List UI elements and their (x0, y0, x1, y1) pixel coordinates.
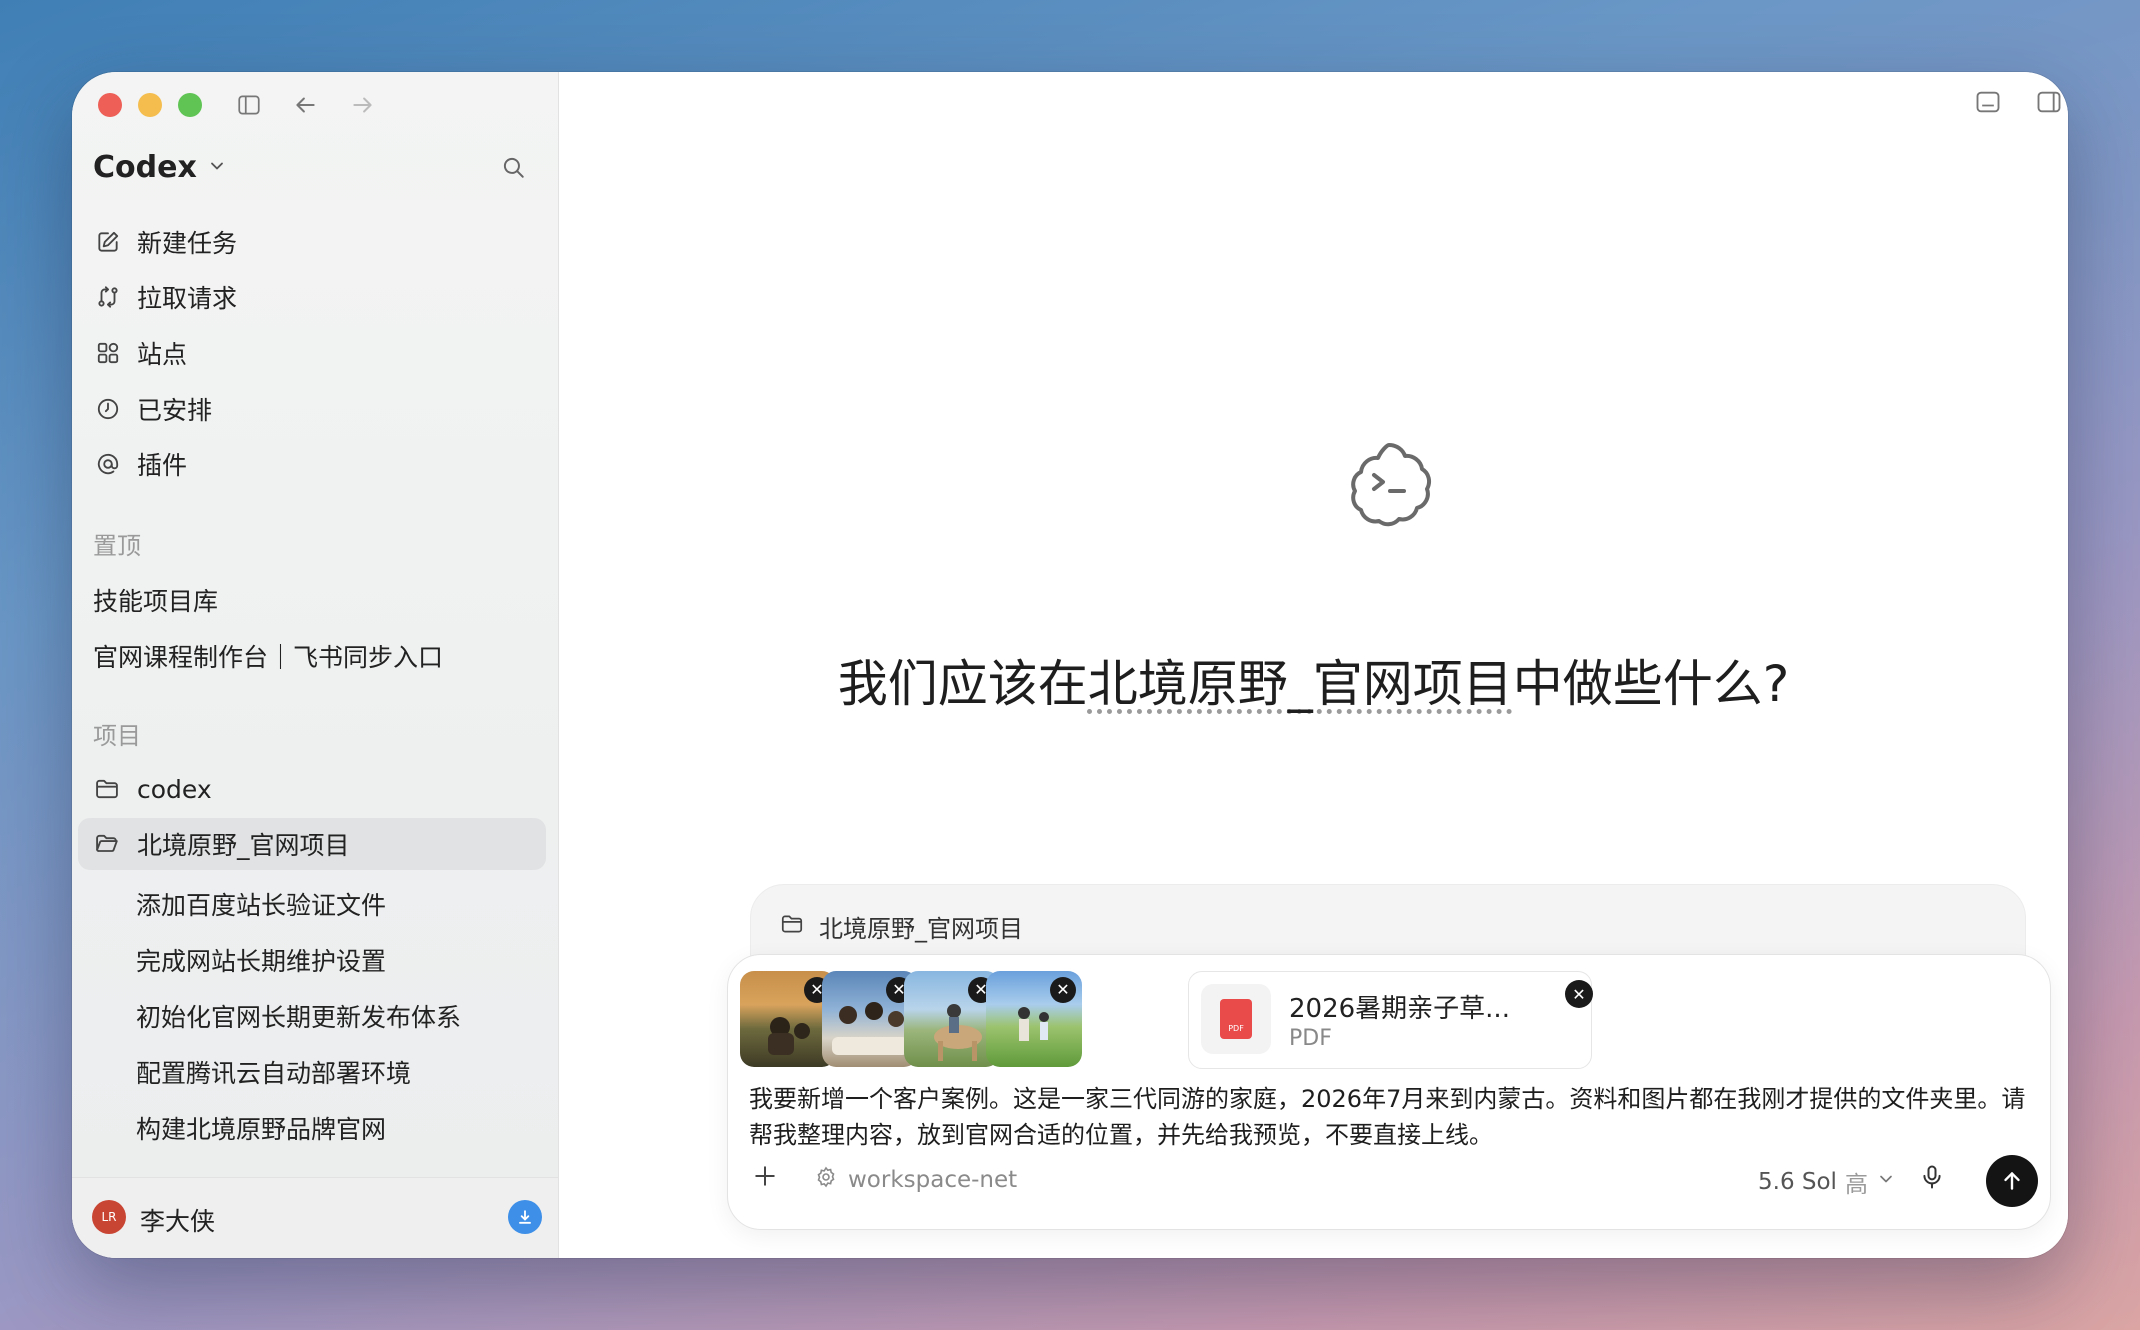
workspace-selector[interactable]: workspace-net (814, 1165, 1017, 1195)
project-item-codex[interactable]: codex (78, 763, 546, 815)
nav-label: 新建任务 (137, 229, 238, 258)
pdf-attachment[interactable]: PDF 2026暑期亲子草... PDF ✕ (1188, 971, 1593, 1069)
photo-thumbnail-4[interactable]: ✕ (986, 971, 1082, 1067)
pinned-item[interactable]: 官网课程制作台｜飞书同步入口 (93, 638, 443, 674)
codex-logo-icon (1344, 437, 1434, 527)
workspace-switcher[interactable]: Codex (93, 150, 227, 185)
forward-arrow-icon[interactable] (346, 88, 380, 122)
app-name: Codex (93, 150, 197, 185)
close-window-button[interactable] (98, 93, 122, 117)
back-arrow-icon[interactable] (288, 88, 322, 122)
task-item[interactable]: 构建北境原野品牌官网 (136, 1110, 386, 1146)
pull-request-icon (93, 282, 123, 312)
microphone-icon[interactable] (1918, 1163, 1952, 1197)
sidebar-toggle-icon[interactable] (232, 88, 266, 122)
folder-icon (779, 911, 807, 939)
add-icon[interactable] (750, 1161, 786, 1197)
gear-icon (814, 1165, 838, 1195)
nav-label: 已安排 (137, 396, 213, 425)
sidebar-footer: LR 李大侠 (72, 1177, 558, 1258)
chevron-down-icon (1876, 1169, 1896, 1195)
remove-attachment-icon[interactable]: ✕ (1050, 977, 1076, 1003)
avatar[interactable]: LR (92, 1200, 126, 1234)
bottom-panel-toggle-icon[interactable] (1974, 88, 2008, 122)
project-label: codex (137, 774, 212, 804)
nav-label: 插件 (137, 451, 188, 480)
composer: ✕ ✕ ✕ ✕ PDF 2026暑期亲子草... PDF ✕ 我要新增一个客户案… (727, 954, 2051, 1230)
pinned-section-label: 置顶 (93, 532, 141, 560)
sidebar: Codex 新建任务 拉取请求 站点 已安排 插件 置顶 技能项目库 官网课程制… (72, 72, 559, 1258)
right-panel-toggle-icon[interactable] (2035, 88, 2068, 122)
workspace-label: workspace-net (848, 1167, 1018, 1193)
chevron-down-icon (207, 156, 227, 180)
task-item[interactable]: 添加百度站长验证文件 (136, 886, 386, 922)
sites-grid-icon (93, 338, 123, 368)
nav-label: 站点 (137, 340, 188, 369)
search-icon[interactable] (500, 154, 532, 186)
model-selector[interactable]: 5.6 Sol 高 (1758, 1165, 1896, 1199)
user-name[interactable]: 李大侠 (140, 1202, 215, 1238)
at-icon (93, 449, 123, 479)
title-project-link[interactable]: 北境原野_官网项目 (1088, 655, 1513, 713)
task-item[interactable]: 完成网站长期维护设置 (136, 942, 386, 978)
prompt-input[interactable]: 我要新增一个客户案例。这是一家三代同游的家庭，2026年7月来到内蒙古。资料和图… (749, 1081, 2039, 1153)
page-title: 我们应该在北境原野_官网项目中做些什么? (559, 644, 2068, 716)
reasoning-level: 高 (1844, 1172, 1868, 1198)
send-button[interactable] (1986, 1155, 2038, 1207)
task-item[interactable]: 初始化官网长期更新发布体系 (136, 998, 461, 1034)
pdf-badge: PDF (1228, 1024, 1244, 1033)
context-project-label: 北境原野_官网项目 (819, 915, 1023, 943)
zoom-window-button[interactable] (178, 93, 202, 117)
attachment-type: PDF (1289, 1026, 1332, 1051)
projects-section-label: 项目 (93, 722, 141, 750)
app-window: Codex 新建任务 拉取请求 站点 已安排 插件 置顶 技能项目库 官网课程制… (72, 72, 2068, 1258)
model-label: 5.6 Sol (1758, 1169, 1837, 1195)
remove-attachment-icon[interactable]: ✕ (1565, 980, 1593, 1008)
project-item-beijing[interactable]: 北境原野_官网项目 (78, 818, 546, 870)
project-label: 北境原野_官网项目 (137, 831, 350, 860)
nav-new-task[interactable]: 新建任务 (93, 220, 237, 264)
nav-label: 拉取请求 (137, 284, 238, 313)
pinned-item[interactable]: 技能项目库 (93, 582, 218, 618)
nav-scheduled[interactable]: 已安排 (93, 387, 212, 431)
minimize-window-button[interactable] (138, 93, 162, 117)
title-suffix: 中做些什么? (1512, 655, 1790, 713)
edit-icon (93, 227, 123, 257)
nav-plugins[interactable]: 插件 (93, 442, 187, 486)
main-panel: 我们应该在北境原野_官网项目中做些什么? 北境原野_官网项目 ✕ ✕ ✕ ✕ P… (559, 72, 2068, 1258)
download-icon[interactable] (508, 1200, 542, 1234)
arrow-up-icon (2004, 1172, 2020, 1190)
folder-icon (93, 774, 123, 804)
nav-pull-requests[interactable]: 拉取请求 (93, 275, 237, 319)
title-prefix: 我们应该在 (837, 655, 1088, 713)
task-item-truncated: 一一一一 (136, 1157, 236, 1171)
attachment-name: 2026暑期亲子草... (1289, 994, 1510, 1024)
nav-sites[interactable]: 站点 (93, 331, 187, 375)
pdf-file-icon: PDF (1201, 984, 1271, 1054)
task-item[interactable]: 配置腾讯云自动部署环境 (136, 1054, 411, 1090)
clock-icon (93, 394, 123, 424)
folder-open-icon (93, 829, 123, 859)
